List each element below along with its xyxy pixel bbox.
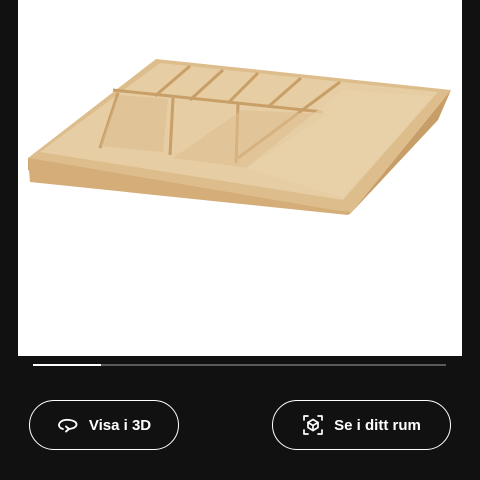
image-carousel-progress [33, 364, 446, 366]
carousel-progress-fill [33, 364, 102, 366]
rotate-3d-icon [57, 416, 79, 434]
cutlery-tray-illustration [28, 59, 451, 215]
view-in-3d-label: Visa i 3D [88, 416, 152, 434]
see-in-your-room-button[interactable]: Se i ditt rum [272, 400, 451, 450]
product-viewer-screen: Visa i 3D Se i ditt rum [0, 0, 480, 480]
view-in-3d-button[interactable]: Visa i 3D [29, 400, 179, 450]
see-in-your-room-label: Se i ditt rum [334, 416, 421, 434]
product-image[interactable] [18, 0, 462, 356]
ar-view-icon [302, 414, 324, 436]
